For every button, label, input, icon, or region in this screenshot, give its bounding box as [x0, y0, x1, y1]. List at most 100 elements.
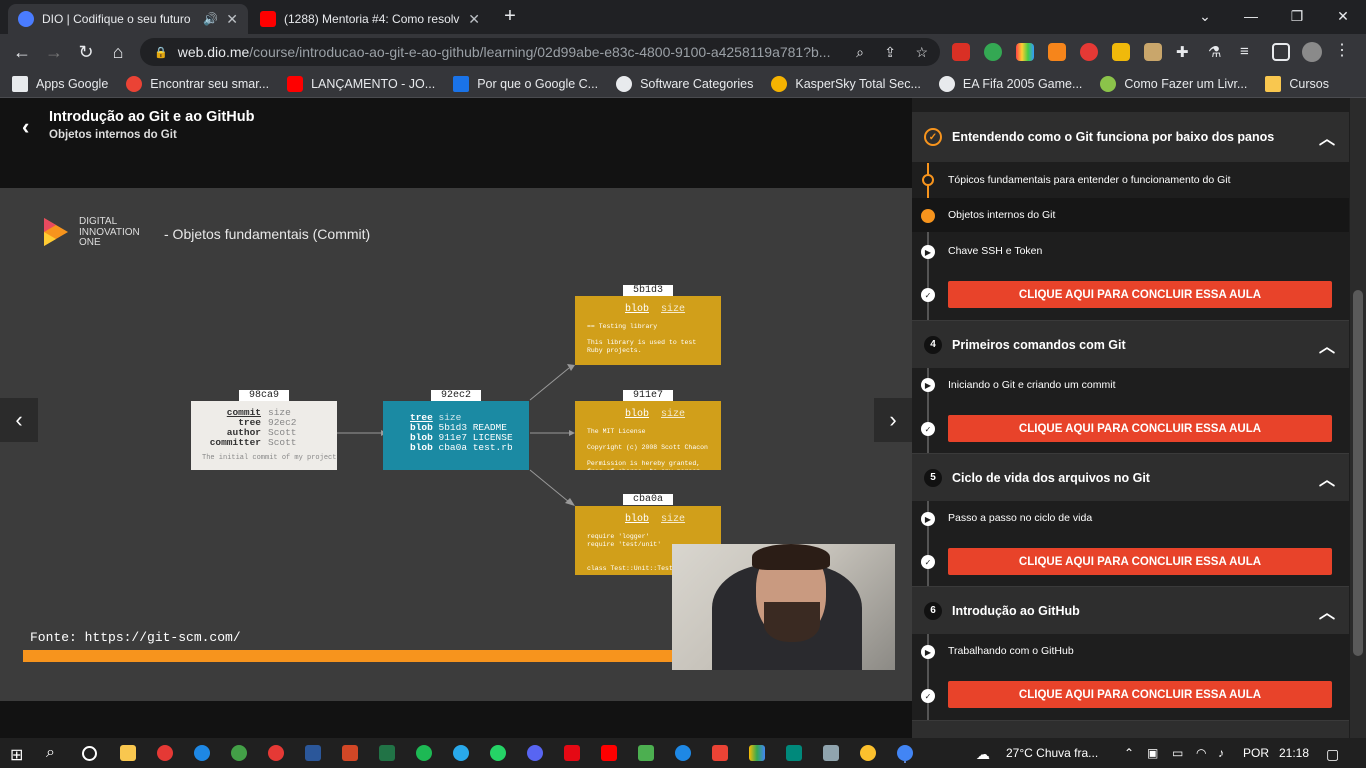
complete-lesson-button[interactable]: CLIQUE AQUI PARA CONCLUIR ESSA AULA	[948, 548, 1332, 575]
meet-icon[interactable]: ▣	[1147, 746, 1158, 760]
notification-icon[interactable]: ▢	[1326, 746, 1339, 763]
extension-icon[interactable]	[1016, 43, 1034, 61]
section-header[interactable]: ✓ Entendendo como o Git funciona por bai…	[912, 112, 1349, 162]
edge-icon[interactable]	[194, 745, 210, 761]
powerpoint-icon[interactable]	[342, 745, 358, 761]
reload-icon[interactable]: ↻	[72, 38, 100, 66]
chevron-up-icon[interactable]: ︿	[1319, 125, 1335, 149]
discord-icon[interactable]	[527, 745, 543, 761]
avatar[interactable]	[1302, 42, 1322, 62]
share-icon[interactable]: ⇪	[884, 44, 896, 61]
tab-search-button[interactable]: ⌄	[1182, 0, 1228, 32]
lesson-item[interactable]: Tópicos fundamentais para entender o fun…	[912, 163, 1349, 197]
chevron-up-icon[interactable]: ︿	[1319, 466, 1335, 490]
address-bar[interactable]: 🔒 web.dio.me/course/introducao-ao-git-e-…	[140, 38, 940, 66]
tab-close-icon[interactable]: ✕	[468, 11, 480, 28]
zoom-icon[interactable]: ⌕	[856, 44, 864, 61]
app-icon[interactable]	[786, 745, 802, 761]
cortana-icon[interactable]	[82, 746, 97, 761]
bookmark-item[interactable]: Como Fazer um Livr...	[1100, 75, 1247, 92]
lesson-item[interactable]: Trabalhando com o GitHub	[912, 634, 1349, 668]
prev-slide-button[interactable]: ‹	[0, 398, 38, 442]
chrome-active-icon[interactable]	[897, 745, 913, 761]
wifi-icon[interactable]: ◠	[1196, 746, 1206, 760]
bookmark-item[interactable]: Software Categories	[616, 75, 753, 92]
app-icon[interactable]	[675, 745, 691, 761]
play-icon: ▶	[921, 645, 935, 659]
complete-lesson-button[interactable]: CLIQUE AQUI PARA CONCLUIR ESSA AULA	[948, 681, 1332, 708]
bookmark-star-icon[interactable]: ☆	[915, 44, 928, 61]
section-header[interactable]: 5 Ciclo de vida dos arquivos no Git ︿	[912, 453, 1349, 501]
back-icon[interactable]: ←	[8, 38, 36, 66]
sidebar-scrollbar[interactable]	[1350, 98, 1366, 738]
next-slide-button[interactable]: ›	[874, 398, 912, 442]
section-header[interactable]: 4 Primeiros comandos com Git ︿	[912, 320, 1349, 368]
lesson-item[interactable]: Passo a passo no ciclo de vida	[912, 501, 1349, 535]
search-icon[interactable]: ⌕	[46, 744, 55, 762]
sidebar-toggle-icon[interactable]	[1272, 43, 1290, 61]
scrollbar-thumb[interactable]	[1353, 290, 1363, 656]
word-icon[interactable]	[305, 745, 321, 761]
lesson-item[interactable]: Chave SSH e Token	[912, 234, 1349, 268]
tab-close-icon[interactable]: ✕	[226, 11, 238, 28]
opera-icon[interactable]	[157, 745, 173, 761]
weather-text[interactable]: 27°C Chuva fra...	[1006, 746, 1098, 760]
volume-icon[interactable]: ♪	[1218, 746, 1224, 760]
tray-chevron-icon[interactable]: ⌃	[1124, 746, 1134, 760]
puzzle-icon[interactable]: ✚	[1176, 43, 1194, 61]
bookmark-item[interactable]: KasperSky Total Sec...	[771, 75, 921, 92]
back-chevron-icon[interactable]: ‹	[22, 114, 29, 140]
chevron-up-icon[interactable]: ︿	[1319, 599, 1335, 623]
drive-icon[interactable]	[749, 745, 765, 761]
menu-icon[interactable]: ⋮	[1334, 40, 1350, 60]
app-icon[interactable]	[823, 745, 839, 761]
bookmark-item[interactable]: Encontrar seu smar...	[126, 75, 269, 92]
new-tab-button[interactable]: +	[498, 5, 522, 29]
next-section-header[interactable]	[912, 720, 1349, 738]
forward-icon[interactable]: →	[40, 38, 68, 66]
gmail-icon[interactable]	[712, 745, 728, 761]
bookmark-item[interactable]: EA Fifa 2005 Game...	[938, 75, 1082, 92]
weather-icon[interactable]: ☁	[976, 746, 990, 763]
netflix-icon[interactable]	[564, 745, 580, 761]
utorrent-icon[interactable]	[231, 745, 247, 761]
extension-icon[interactable]	[952, 43, 970, 61]
minimize-button[interactable]: —	[1228, 0, 1274, 32]
media-icon[interactable]: ≡	[1240, 43, 1258, 61]
restore-button[interactable]: ❐	[1274, 0, 1320, 32]
bookmark-item[interactable]: Apps Google	[12, 75, 108, 92]
bookmark-folder[interactable]: Cursos	[1265, 75, 1329, 92]
browser-tab[interactable]: (1288) Mentoria #4: Como resolv ✕	[250, 4, 490, 34]
complete-lesson-button[interactable]: CLIQUE AQUI PARA CONCLUIR ESSA AULA	[948, 281, 1332, 308]
audio-icon[interactable]: 🔊	[203, 12, 218, 26]
section-header[interactable]: 6 Introdução ao GitHub ︿	[912, 586, 1349, 634]
extension-icon[interactable]	[1144, 43, 1162, 61]
telegram-icon[interactable]	[453, 745, 469, 761]
chevron-up-icon[interactable]: ︿	[1319, 333, 1335, 357]
windows-start-icon[interactable]: ⊞	[10, 745, 23, 765]
excel-icon[interactable]	[379, 745, 395, 761]
lesson-item-current[interactable]: Objetos internos do Git	[912, 198, 1349, 232]
chrome-icon[interactable]	[860, 745, 876, 761]
spotify-icon[interactable]	[416, 745, 432, 761]
flask-icon[interactable]: ⚗	[1208, 43, 1226, 61]
complete-lesson-button[interactable]: CLIQUE AQUI PARA CONCLUIR ESSA AULA	[948, 415, 1332, 442]
extension-icon[interactable]	[1112, 43, 1130, 61]
clock[interactable]: 21:18	[1279, 746, 1309, 760]
file-explorer-icon[interactable]	[120, 745, 136, 761]
bookmark-item[interactable]: LANÇAMENTO - JO...	[287, 75, 435, 92]
language-indicator[interactable]: POR	[1243, 746, 1269, 760]
bookmark-item[interactable]: Por que o Google C...	[453, 75, 598, 92]
metamask-icon[interactable]	[1048, 43, 1066, 61]
whatsapp-icon[interactable]	[490, 745, 506, 761]
extension-icon[interactable]	[1080, 43, 1098, 61]
app-icon[interactable]	[268, 745, 284, 761]
lesson-item[interactable]: Iniciando o Git e criando um commit	[912, 368, 1349, 402]
app-icon[interactable]	[638, 745, 654, 761]
extension-icon[interactable]	[984, 43, 1002, 61]
battery-icon[interactable]: ▭	[1172, 746, 1183, 760]
close-window-button[interactable]: ✕	[1320, 0, 1366, 32]
browser-tab-active[interactable]: DIO | Codifique o seu futuro 🔊 ✕	[8, 4, 248, 34]
youtube-icon[interactable]	[601, 745, 617, 761]
home-icon[interactable]: ⌂	[104, 38, 132, 66]
